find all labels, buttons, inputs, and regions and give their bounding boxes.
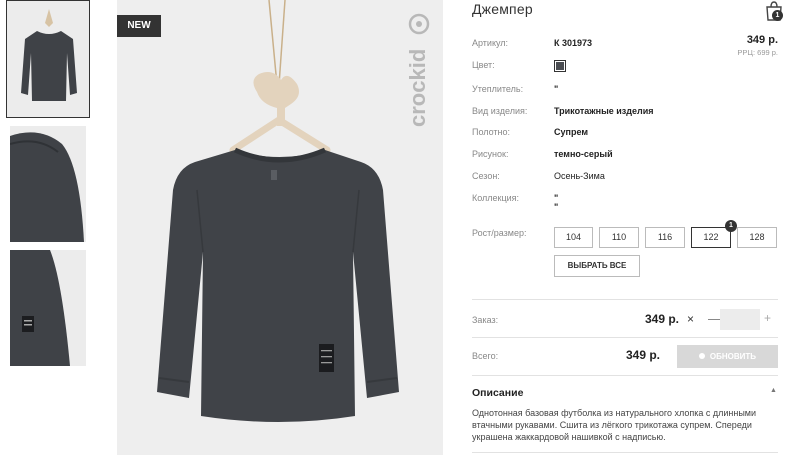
sizes-label: Рост/размер: — [472, 228, 527, 238]
qty-plus-button[interactable]: + — [764, 311, 771, 325]
color-swatch[interactable] — [554, 60, 566, 72]
size-count-badge: 1 — [725, 220, 737, 232]
size-option-110[interactable]: 110 — [599, 227, 639, 248]
attr-value-collection-2: " — [554, 202, 559, 212]
size-option-128[interactable]: 128 — [737, 227, 777, 248]
attr-label-article: Артикул: — [472, 38, 509, 48]
divider — [472, 337, 778, 338]
attr-value-insulation: " — [554, 84, 559, 94]
quantity-input[interactable] — [720, 309, 760, 330]
attr-value-pattern: темно-серый — [554, 149, 613, 159]
attr-label-fabric: Полотно: — [472, 127, 511, 137]
total-price: 349 р. — [626, 348, 661, 362]
refresh-icon — [698, 353, 705, 359]
product-price: 349 р. — [746, 34, 778, 46]
close-icon[interactable]: × — [687, 312, 694, 326]
thumbnail-3[interactable] — [10, 250, 86, 366]
rrp-price: РРЦ: 699 р. — [737, 48, 778, 57]
attr-value-season: Осень-Зима — [554, 171, 605, 181]
attr-label-color: Цвет: — [472, 60, 495, 70]
caret-up-icon[interactable]: ▲ — [770, 387, 777, 394]
size-option-116[interactable]: 116 — [645, 227, 685, 248]
description-toggle[interactable]: Описание — [472, 387, 523, 399]
svg-text:crockid: crockid — [405, 49, 430, 127]
refresh-button[interactable]: ОБНОВИТЬ — [677, 345, 778, 368]
divider — [472, 452, 778, 453]
divider — [472, 299, 778, 300]
attr-label-season: Сезон: — [472, 171, 500, 181]
cart-count-badge: 1 — [772, 10, 783, 21]
product-title: Джемпер — [472, 1, 533, 17]
sweater-detail-image — [10, 126, 86, 242]
size-option-122[interactable]: 122 — [691, 227, 731, 248]
main-product-image[interactable]: NEW crockid — [117, 0, 443, 455]
size-option-104[interactable]: 104 — [554, 227, 593, 248]
attr-value-article: К 301973 — [554, 38, 593, 48]
attr-label-type: Вид изделия: — [472, 106, 528, 116]
sweater-sleeve-image — [10, 250, 86, 366]
total-label: Всего: — [472, 351, 499, 361]
attr-label-pattern: Рисунок: — [472, 149, 509, 159]
order-label: Заказ: — [472, 315, 499, 325]
sweater-thumb-image — [7, 1, 89, 117]
new-badge: NEW — [117, 15, 161, 37]
attr-value-type: Трикотажные изделия — [554, 106, 654, 116]
attr-value-fabric: Супрем — [554, 127, 588, 137]
divider — [472, 375, 778, 376]
order-price: 349 р. — [645, 312, 680, 326]
thumbnail-1[interactable] — [6, 0, 90, 118]
brand-logo: crockid — [399, 12, 439, 130]
attr-label-insulation: Утеплитель: — [472, 84, 524, 94]
product-page: NEW crockid Джемпер 1 Артикул: К 301973 … — [0, 0, 800, 455]
thumbnail-2[interactable] — [10, 126, 86, 242]
color-swatch-fill — [556, 62, 564, 70]
sweater-image — [117, 0, 443, 455]
refresh-button-label: ОБНОВИТЬ — [709, 352, 757, 361]
attr-label-collection: Коллекция: — [472, 193, 520, 203]
select-all-button[interactable]: ВЫБРАТЬ ВСЕ — [554, 255, 640, 277]
product-info-panel: Джемпер 1 Артикул: К 301973 349 р. РРЦ: … — [472, 0, 792, 455]
description-text: Однотонная базовая футболка из натуральн… — [472, 408, 757, 442]
